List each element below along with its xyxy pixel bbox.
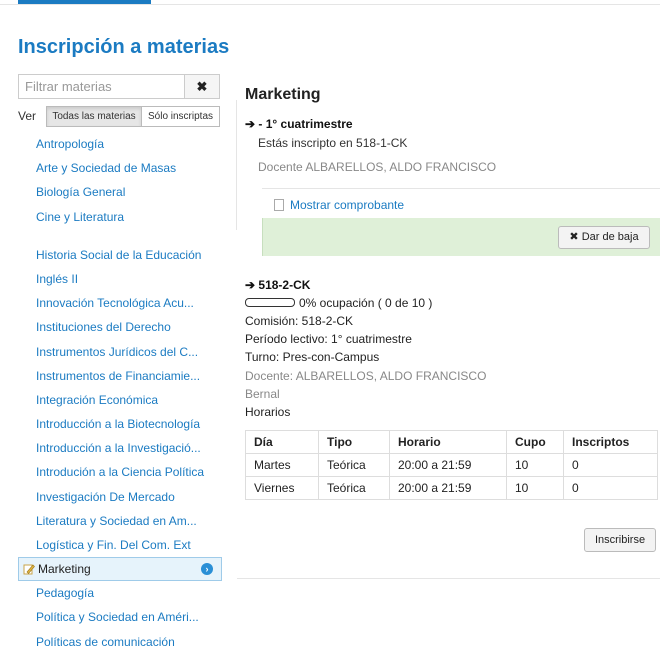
teacher-line: Docente: ALBARELLOS, ALDO FRANCISCO [245,369,487,383]
column-header: Cupo [506,430,564,454]
subject-item[interactable]: Arte y Sociedad de Masas [18,156,222,180]
commission-heading: ➔ 518-2-CK [245,278,310,292]
subject-item-active[interactable]: Marketing › [18,557,222,582]
table-row: Viernes Teórica 20:00 a 21:59 10 0 [245,476,658,500]
column-header: Tipo [318,430,390,454]
subject-item[interactable]: Introdución a la Ciencia Política [18,460,222,484]
table-cell: 0 [563,453,658,477]
column-header: Día [245,430,319,454]
active-tab-indicator [18,0,151,4]
table-cell: Viernes [245,476,319,500]
close-icon: ✖ [569,231,579,243]
enroll-button[interactable]: Inscribirse [584,528,656,552]
edit-icon [23,564,35,575]
occupancy-bar [245,298,295,307]
top-tab-bar [0,0,660,5]
table-row: Martes Teórica 20:00 a 21:59 10 0 [245,453,658,477]
clear-filter-button[interactable]: ✖ [184,74,220,99]
commission-code: 518-2-CK [258,278,311,292]
subject-item[interactable]: Políticas de comunicación [18,630,222,654]
drop-button-label: Dar de baja [581,231,639,243]
view-enrolled-button[interactable]: Sólo inscriptas [141,106,220,127]
occupancy-text: 0% ocupación ( 0 de 10 ) [299,296,433,310]
enrolled-actions-panel: ✖ Dar de baja [262,218,660,256]
commission-line: Comisión: 518-2-CK [245,314,354,328]
table-cell: Martes [245,453,319,477]
subject-item[interactable]: Investigación De Mercado [18,485,222,509]
show-receipt-label: Mostrar comprobante [290,198,405,212]
subject-item[interactable]: Logística y Fin. Del Com. Ext [18,533,222,557]
schedule-label: Horarios [245,405,291,419]
chevron-right-icon: › [201,563,213,576]
schedule-table: Día Tipo Horario Cupo Inscriptos Martes … [245,430,658,500]
table-cell: 0 [563,476,658,500]
table-cell: 10 [506,476,564,500]
table-header-row: Día Tipo Horario Cupo Inscriptos [245,430,658,454]
subject-item[interactable]: Introducción a la Investigació... [18,436,222,460]
table-cell: Teórica [318,453,390,477]
table-cell: 20:00 a 21:59 [389,453,507,477]
subject-item[interactable]: Biología General [18,180,222,204]
enrolled-period: - 1° cuatrimestre [258,117,353,131]
subject-item[interactable]: Instrumentos de Financiamie... [18,364,222,388]
table-cell: 20:00 a 21:59 [389,476,507,500]
enrolled-section-heading: ➔ - 1° cuatrimestre [245,117,353,131]
view-label: Ver [18,109,37,123]
subject-item[interactable]: Innovación Tecnológica Acu... [18,291,222,315]
enrolled-status: Estás inscripto en 518-1-CK [258,136,408,150]
list-scroll-gap [18,229,222,243]
enrolled-teacher: Docente ALBARELLOS, ALDO FRANCISCO [258,160,497,174]
column-divider [236,100,237,230]
subject-item[interactable]: Instrumentos Jurídicos del C... [18,340,222,364]
divider [262,188,660,189]
arrow-right-icon: ➔ [245,117,256,131]
occupancy: 0% ocupación ( 0 de 10 ) [245,296,432,310]
location-line: Bernal [245,387,280,401]
period-line: Período lectivo: 1° cuatrimestre [245,332,412,346]
close-icon: ✖ [196,79,208,94]
divider [237,578,660,579]
filter-input[interactable] [18,74,184,99]
column-header: Inscriptos [563,430,658,454]
subject-item[interactable]: Pedagogía [18,581,222,605]
active-subject-label: Marketing [38,562,91,577]
show-receipt-link[interactable]: Mostrar comprobante [274,198,404,212]
page-title: Inscripción a materias [18,36,230,58]
drop-button[interactable]: ✖ Dar de baja [558,226,650,249]
subject-item[interactable]: Integración Económica [18,388,222,412]
view-all-button[interactable]: Todas las materias [46,106,142,127]
subject-filter: ✖ [18,74,220,99]
subject-item[interactable]: Literatura y Sociedad en Am... [18,509,222,533]
subject-item[interactable]: Introducción a la Biotecnología [18,412,222,436]
table-cell: Teórica [318,476,390,500]
subject-item[interactable]: Política y Sociedad en Améri... [18,605,222,629]
subject-title: Marketing [245,86,321,103]
column-header: Horario [389,430,507,454]
subject-item[interactable]: Antropología [18,132,222,156]
table-cell: 10 [506,453,564,477]
subject-item[interactable]: Historia Social de la Educación [18,243,222,267]
subject-item[interactable]: Inglés II [18,267,222,291]
arrow-right-icon: ➔ [245,278,256,292]
subject-item[interactable]: Instituciones del Derecho [18,315,222,339]
subject-item[interactable]: Cine y Literatura [18,205,222,229]
shift-line: Turno: Pres-con-Campus [245,350,380,364]
document-icon [274,199,284,211]
subject-list: Antropología Arte y Sociedad de Masas Bi… [18,132,222,654]
